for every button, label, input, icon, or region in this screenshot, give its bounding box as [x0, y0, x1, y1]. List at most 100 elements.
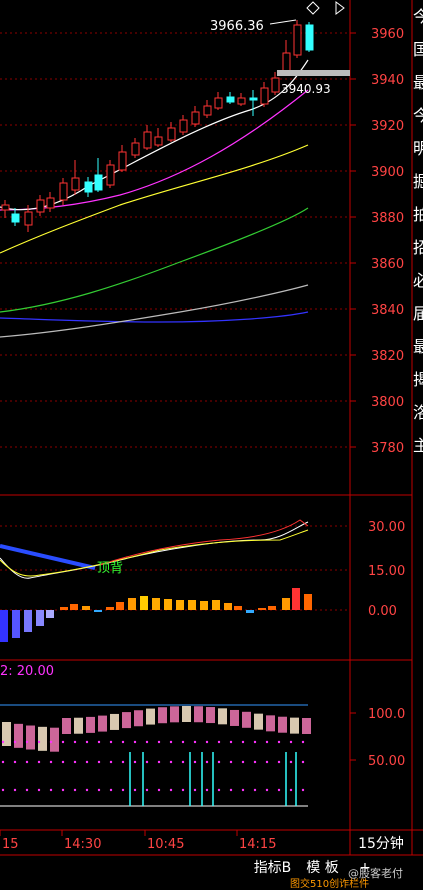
time-tick-label: 10:45 [147, 837, 184, 852]
ma-gray-line [0, 284, 309, 338]
osc-dot [121, 760, 125, 764]
osc-dot [109, 760, 113, 764]
osc-dot [13, 788, 17, 792]
osc-dot [277, 788, 281, 792]
osc-dot [1, 760, 5, 764]
tab-indicator-b[interactable]: 指标B [250, 856, 295, 880]
osc-dot [49, 788, 53, 792]
macd-bar [36, 610, 44, 626]
osc-bar [170, 706, 179, 723]
osc-dot [133, 788, 137, 792]
osc-dot [61, 788, 65, 792]
osc-dot [145, 788, 149, 792]
osc-dot [277, 740, 281, 744]
candle-body [293, 24, 302, 56]
osc-dot [181, 760, 185, 764]
price-tick-label: 3860 [371, 257, 404, 272]
candle-body [260, 87, 269, 105]
osc-bar [302, 717, 311, 734]
osc-dot [205, 740, 209, 744]
period-label[interactable]: 15分钟 [352, 832, 410, 856]
time-tick-label: 14:15 [239, 837, 276, 852]
osc-dot [277, 760, 281, 764]
macd-bar [94, 610, 102, 612]
osc-bar [194, 706, 203, 723]
osc-bar [26, 725, 35, 750]
osc-bar [86, 716, 95, 733]
candle-body [191, 111, 200, 125]
sidebar-glyph: 必 [413, 271, 423, 290]
price-tick-label: 3840 [371, 303, 404, 318]
osc-dot [73, 760, 77, 764]
osc-dot [217, 788, 221, 792]
osc-bar [110, 713, 119, 730]
sidebar-glyph: 洛 [413, 403, 423, 422]
macd-tick-label: 15.00 [368, 564, 405, 579]
macd-bar [268, 606, 276, 610]
osc-bar [74, 717, 83, 734]
sidebar-glyph: 今 [413, 106, 423, 125]
candlesticks [1, 20, 314, 232]
osc-dot [73, 740, 77, 744]
osc-dot [121, 788, 125, 792]
macd-bar [282, 598, 290, 610]
sidebar-glyph: 国 [413, 40, 423, 59]
macd-bar [60, 607, 68, 610]
osc-dot [37, 740, 41, 744]
price-tick-label: 3880 [371, 211, 404, 226]
osc-dot [301, 760, 305, 764]
osc-dot [73, 788, 77, 792]
macd-tick-label: 0.00 [368, 604, 397, 619]
candle-body [167, 127, 176, 141]
high-annotation: 3966.36 [210, 19, 264, 34]
osc-dot [289, 760, 293, 764]
osc-dot [97, 760, 101, 764]
osc-dot [157, 760, 161, 764]
sidebar-glyph: 最 [413, 73, 423, 92]
osc-dot [253, 740, 257, 744]
candle-body [131, 142, 140, 156]
osc-dot [85, 788, 89, 792]
osc-bar [38, 726, 47, 751]
price-tick-label: 3820 [371, 349, 404, 364]
osc-spikes [129, 752, 297, 806]
macd-bar [224, 603, 232, 610]
macd-bar [234, 606, 242, 610]
sidebar-glyph: 掘 [413, 172, 423, 191]
osc-dot [241, 788, 245, 792]
macd-bar [246, 610, 254, 613]
osc-dot [169, 760, 173, 764]
osc-dot [193, 740, 197, 744]
candle-body [154, 136, 163, 146]
osc-dot [25, 760, 29, 764]
candle-body [143, 131, 152, 149]
osc-dot [25, 740, 29, 744]
ma-magenta-line [0, 89, 309, 211]
sidebar-glyph: 招 [413, 238, 423, 257]
macd-yellow-line [0, 529, 309, 577]
osc-dot [133, 740, 137, 744]
macd-bar [128, 598, 136, 610]
osc-dot [157, 788, 161, 792]
candle-body [179, 119, 188, 133]
osc-tick-label: 100.0 [368, 707, 405, 722]
osc-dot [217, 760, 221, 764]
sidebar-glyphs: 今国最今明掘拍招必届最揭洛主 [413, 7, 423, 455]
osc-dot [133, 760, 137, 764]
macd-axis: 30.00 15.00 0.00 [368, 520, 405, 619]
osc-dot [85, 740, 89, 744]
macd-bar [176, 600, 184, 610]
osc-dot [289, 740, 293, 744]
candle-body [84, 181, 93, 193]
osc-bar [134, 710, 143, 727]
osc-dot [1, 740, 5, 744]
macd-bar [46, 610, 54, 618]
ma-white-line [0, 59, 309, 211]
osc-dot [121, 740, 125, 744]
macd-bar [82, 606, 90, 610]
osc-dot [241, 740, 245, 744]
stock-chart[interactable]: 3966.36 3940.93 3960 3940 3920 3900 3880 3860… [0, 0, 423, 883]
macd-bar [140, 596, 148, 610]
osc-dot [61, 760, 65, 764]
candle-body [237, 97, 246, 105]
